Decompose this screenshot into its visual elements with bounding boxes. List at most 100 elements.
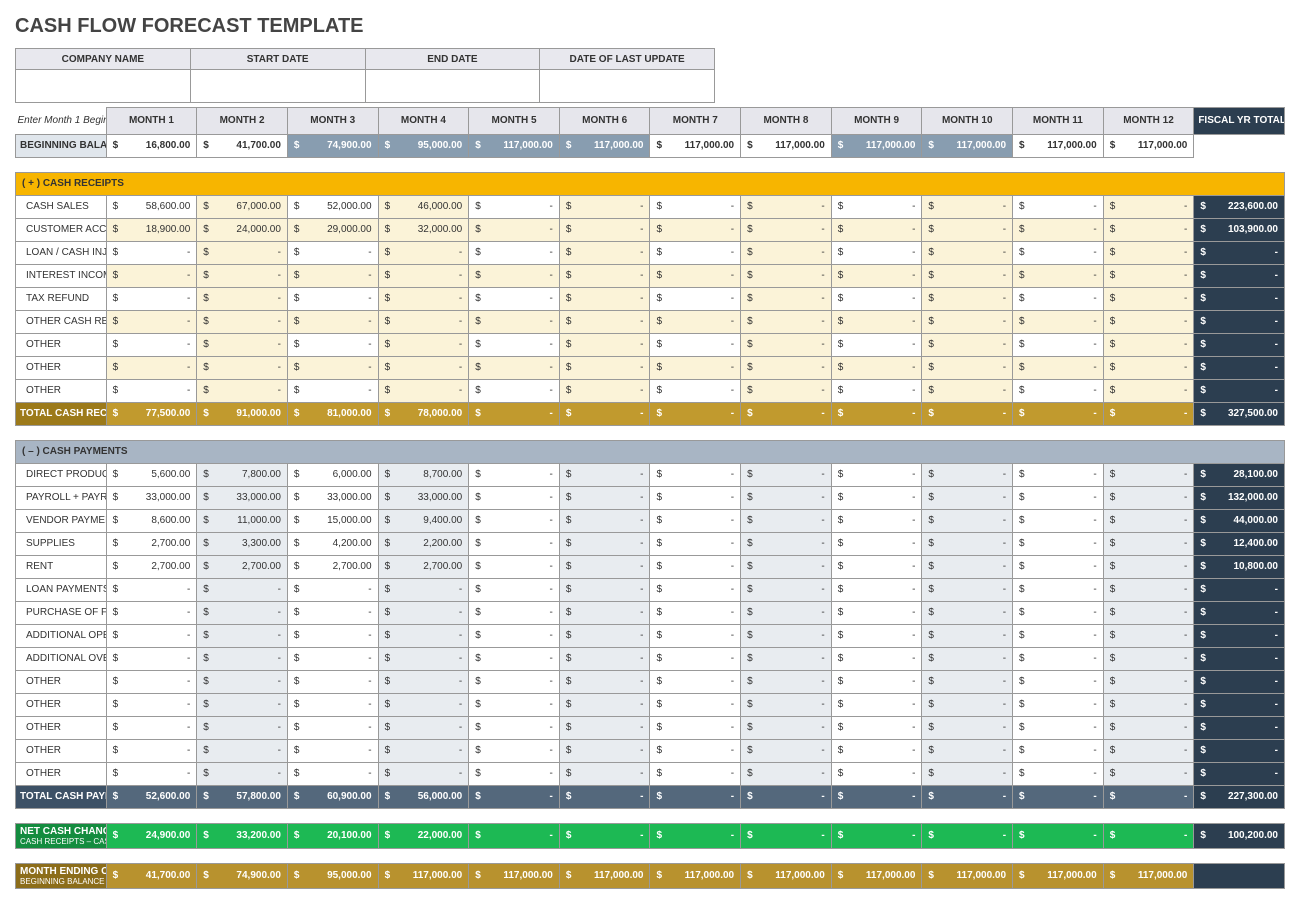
receipt-cell[interactable]: $- xyxy=(1013,264,1104,287)
payment-cell[interactable]: $- xyxy=(197,647,288,670)
payment-cell[interactable]: $- xyxy=(650,670,741,693)
receipt-cell[interactable]: $- xyxy=(469,287,560,310)
receipt-cell[interactable]: $- xyxy=(1013,379,1104,402)
payment-cell[interactable]: $- xyxy=(922,532,1013,555)
payment-cell[interactable]: $- xyxy=(1103,486,1194,509)
payment-cell[interactable]: $- xyxy=(559,624,650,647)
payment-cell[interactable]: $- xyxy=(1103,716,1194,739)
receipt-cell[interactable]: $- xyxy=(650,310,741,333)
payment-cell[interactable]: $- xyxy=(1013,578,1104,601)
payment-cell[interactable]: $- xyxy=(922,463,1013,486)
payment-cell[interactable]: $- xyxy=(469,486,560,509)
payment-cell[interactable]: $- xyxy=(197,601,288,624)
payment-cell[interactable]: $6,000.00 xyxy=(287,463,378,486)
payment-cell[interactable]: $- xyxy=(650,509,741,532)
receipt-cell[interactable]: $- xyxy=(650,287,741,310)
end-date-cell[interactable] xyxy=(365,70,540,103)
beginning-balance-value[interactable]: $117,000.00 xyxy=(831,134,922,157)
receipt-cell[interactable]: $- xyxy=(378,264,469,287)
receipt-cell[interactable]: $- xyxy=(559,264,650,287)
receipt-cell[interactable]: $- xyxy=(831,287,922,310)
receipt-cell[interactable]: $- xyxy=(378,241,469,264)
payment-cell[interactable]: $- xyxy=(469,647,560,670)
receipt-cell[interactable]: $- xyxy=(378,333,469,356)
payment-cell[interactable]: $- xyxy=(197,578,288,601)
payment-cell[interactable]: $- xyxy=(469,578,560,601)
payment-cell[interactable]: $- xyxy=(469,716,560,739)
receipt-cell[interactable]: $- xyxy=(831,195,922,218)
payment-cell[interactable]: $- xyxy=(741,670,832,693)
receipt-cell[interactable]: $- xyxy=(1013,356,1104,379)
receipt-cell[interactable]: $- xyxy=(559,379,650,402)
receipt-cell[interactable]: $- xyxy=(1013,310,1104,333)
beginning-balance-value[interactable]: $117,000.00 xyxy=(559,134,650,157)
payment-cell[interactable]: $- xyxy=(741,463,832,486)
payment-cell[interactable]: $33,000.00 xyxy=(106,486,197,509)
payment-cell[interactable]: $- xyxy=(106,670,197,693)
payment-cell[interactable]: $- xyxy=(831,532,922,555)
receipt-cell[interactable]: $- xyxy=(650,264,741,287)
payment-cell[interactable]: $- xyxy=(106,647,197,670)
receipt-cell[interactable]: $- xyxy=(197,241,288,264)
receipt-cell[interactable]: $67,000.00 xyxy=(197,195,288,218)
receipt-cell[interactable]: $- xyxy=(650,241,741,264)
receipt-cell[interactable]: $- xyxy=(469,218,560,241)
payment-cell[interactable]: $- xyxy=(831,555,922,578)
payment-cell[interactable]: $- xyxy=(106,716,197,739)
receipt-cell[interactable]: $- xyxy=(287,287,378,310)
receipt-cell[interactable]: $- xyxy=(1013,241,1104,264)
payment-cell[interactable]: $- xyxy=(831,693,922,716)
payment-cell[interactable]: $- xyxy=(378,624,469,647)
payment-cell[interactable]: $- xyxy=(650,762,741,785)
payment-cell[interactable]: $- xyxy=(559,647,650,670)
payment-cell[interactable]: $- xyxy=(741,532,832,555)
receipt-cell[interactable]: $- xyxy=(287,310,378,333)
payment-cell[interactable]: $- xyxy=(831,578,922,601)
receipt-cell[interactable]: $- xyxy=(559,218,650,241)
payment-cell[interactable]: $- xyxy=(469,532,560,555)
payment-cell[interactable]: $- xyxy=(831,463,922,486)
payment-cell[interactable]: $- xyxy=(1013,670,1104,693)
receipt-cell[interactable]: $- xyxy=(469,195,560,218)
beginning-balance-value[interactable]: $41,700.00 xyxy=(197,134,288,157)
payment-cell[interactable]: $- xyxy=(1013,693,1104,716)
payment-cell[interactable]: $- xyxy=(650,739,741,762)
payment-cell[interactable]: $8,600.00 xyxy=(106,509,197,532)
payment-cell[interactable]: $- xyxy=(469,601,560,624)
payment-cell[interactable]: $11,000.00 xyxy=(197,509,288,532)
receipt-cell[interactable]: $- xyxy=(106,310,197,333)
payment-cell[interactable]: $- xyxy=(197,624,288,647)
payment-cell[interactable]: $- xyxy=(469,739,560,762)
beginning-balance-value[interactable]: $117,000.00 xyxy=(922,134,1013,157)
payment-cell[interactable]: $- xyxy=(559,670,650,693)
payment-cell[interactable]: $15,000.00 xyxy=(287,509,378,532)
payment-cell[interactable]: $- xyxy=(106,601,197,624)
payment-cell[interactable]: $- xyxy=(106,624,197,647)
payment-cell[interactable]: $- xyxy=(287,578,378,601)
payment-cell[interactable]: $- xyxy=(1103,693,1194,716)
payment-cell[interactable]: $- xyxy=(831,647,922,670)
beginning-balance-value[interactable]: $16,800.00 xyxy=(106,134,197,157)
receipt-cell[interactable]: $- xyxy=(287,379,378,402)
payment-cell[interactable]: $- xyxy=(741,693,832,716)
receipt-cell[interactable]: $- xyxy=(1103,195,1194,218)
payment-cell[interactable]: $- xyxy=(378,647,469,670)
payment-cell[interactable]: $9,400.00 xyxy=(378,509,469,532)
payment-cell[interactable]: $- xyxy=(741,486,832,509)
receipt-cell[interactable]: $- xyxy=(378,356,469,379)
payment-cell[interactable]: $- xyxy=(378,739,469,762)
receipt-cell[interactable]: $- xyxy=(378,310,469,333)
payment-cell[interactable]: $- xyxy=(831,739,922,762)
receipt-cell[interactable]: $- xyxy=(559,333,650,356)
start-date-cell[interactable] xyxy=(190,70,365,103)
payment-cell[interactable]: $- xyxy=(741,601,832,624)
payment-cell[interactable]: $- xyxy=(650,601,741,624)
payment-cell[interactable]: $- xyxy=(469,762,560,785)
payment-cell[interactable]: $- xyxy=(1013,486,1104,509)
payment-cell[interactable]: $- xyxy=(922,578,1013,601)
receipt-cell[interactable]: $- xyxy=(1103,218,1194,241)
payment-cell[interactable]: $2,700.00 xyxy=(197,555,288,578)
receipt-cell[interactable]: $- xyxy=(106,264,197,287)
receipt-cell[interactable]: $- xyxy=(469,333,560,356)
receipt-cell[interactable]: $52,000.00 xyxy=(287,195,378,218)
